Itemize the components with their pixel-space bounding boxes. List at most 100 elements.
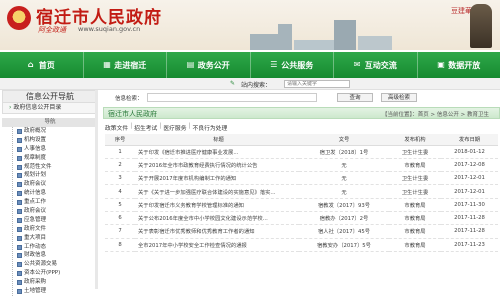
nav-label: 政务公开 [198, 60, 230, 71]
table-row[interactable]: 1关于印发《宿迁市推进医疗健康事业发展...宿卫发〔2018〕1号卫生计生委20… [105, 145, 498, 158]
sidebar-tree-item[interactable]: 规章制度 [17, 154, 98, 163]
info-search-input[interactable] [147, 93, 317, 102]
sidebar-tree-item[interactable]: 工作动态 [17, 243, 98, 252]
cell-date: 2018-01-12 [441, 145, 498, 158]
nav-interaction[interactable]: ✉互动交流 [334, 52, 418, 78]
table-row[interactable]: 5关于印发宿迁市义务教育学校管理标准的通知宿教发〔2017〕93号市教育局201… [105, 198, 498, 211]
cell-title[interactable]: 关于表彰宿迁市优秀教师和优秀教育工作者的通知 [135, 225, 299, 238]
sidebar-tree-item[interactable]: 财政信息 [17, 251, 98, 260]
sidebar-tree-item[interactable]: 政府概况 [17, 127, 98, 136]
sidebar-tree-item[interactable]: 机构设置 [17, 136, 98, 145]
table-row[interactable]: 8全市2017年中小学校安全工作检查情况的通报宿教安办〔2017〕5号市教育局2… [105, 238, 498, 251]
advanced-search-button[interactable]: 高级检索 [381, 93, 417, 102]
sidebar-tree-label: 政府概况 [24, 127, 46, 136]
sidebar-title: 信息公开导航 [2, 90, 98, 103]
nav-open-data[interactable]: ▣数据开放 [418, 52, 500, 78]
col-header-org: 发布机构 [389, 134, 441, 145]
folder-icon [17, 289, 22, 294]
site-search-input[interactable] [284, 80, 350, 88]
sidebar-directory-label: 政府信息公开目录 [13, 104, 61, 111]
info-search-label: 信息检索： [115, 94, 143, 102]
documents-table: 序号 标题 文号 发布机构 发布日期 1关于印发《宿迁市推进医疗健康事业发展..… [105, 134, 498, 252]
tab-separator: | [189, 123, 191, 132]
tab-misconduct[interactable]: 不良行为处理 [192, 123, 227, 132]
site-search-label: 站内搜索： [241, 80, 271, 89]
cell-doc-no: 宿教安办〔2017〕5号 [299, 238, 389, 251]
nav-gov-affairs[interactable]: ▤政务公开 [167, 52, 251, 78]
nav-label: 走进宿迁 [114, 60, 146, 71]
folder-icon [17, 156, 22, 161]
cell-doc-no: 宿人社〔2017〕45号 [299, 225, 389, 238]
cell-title[interactable]: 关于2016年全市市政教育经费执行情况的统计公告 [135, 158, 299, 171]
sidebar-tree-item[interactable]: 规划计划 [17, 171, 98, 180]
main-nav: ⌂首页 ▦走进宿迁 ▤政务公开 ☰公共服务 ✉互动交流 ▣数据开放 [0, 52, 500, 78]
table-row[interactable]: 6关于公布2016年度全市中小学校园文化建设示范学校...宿教办〔2017〕2号… [105, 211, 498, 224]
cell-date: 2017-12-01 [441, 185, 498, 198]
sidebar-tree-item[interactable]: 规范性文件 [17, 163, 98, 172]
breadcrumb: 【当前位置】：首页 > 信息公开 > 教育卫生 [382, 110, 489, 118]
data-icon: ▣ [437, 61, 445, 69]
sidebar-tree-item[interactable]: 重大项目 [17, 234, 98, 243]
sidebar-tree-item[interactable]: 统计信息 [17, 189, 98, 198]
cell-title[interactable]: 关于《关于进一步加强医疗联合体建设的实施意见》落实... [135, 185, 299, 198]
col-header-no: 序号 [105, 134, 135, 145]
site-search-row: ✎ 站内搜索： [0, 78, 500, 90]
chevron-right-icon: › [9, 104, 11, 111]
sidebar-tree-item[interactable]: 政府会议 [17, 180, 98, 189]
table-row[interactable]: 4关于《关于进一步加强医疗联合体建设的实施意见》落实...无卫生计生委2017-… [105, 185, 498, 198]
cell-title[interactable]: 关于印发宿迁市义务教育学校管理标准的通知 [135, 198, 299, 211]
sidebar-tree-label: 人事信息 [24, 145, 46, 154]
sidebar-tree: 政府概况机构设置人事信息规章制度规范性文件规划计划政府会议统计信息重点工作政府会… [12, 127, 98, 296]
search-icon: ✎ [230, 80, 235, 87]
cell-org: 市教育局 [389, 238, 441, 251]
tab-medical[interactable]: 医疗服务 [163, 123, 186, 132]
site-slogan: 阿全政通 [38, 25, 66, 35]
nav-about-suqian[interactable]: ▦走进宿迁 [84, 52, 168, 78]
sidebar-tree-item[interactable]: 资本公开(PPP) [17, 269, 98, 278]
cell-date: 2017-11-28 [441, 225, 498, 238]
sidebar-tree-item[interactable]: 应急管理 [17, 216, 98, 225]
cell-title[interactable]: 关于开展2017年度市机构编制工作的通知 [135, 172, 299, 185]
folder-icon [17, 191, 22, 196]
table-row[interactable]: 7关于表彰宿迁市优秀教师和优秀教育工作者的通知宿人社〔2017〕45号市教育局2… [105, 225, 498, 238]
folder-icon [17, 253, 22, 258]
folder-icon [17, 262, 22, 267]
cell-doc-no: 宿教发〔2017〕93号 [299, 198, 389, 211]
cell-date: 2017-11-23 [441, 238, 498, 251]
sidebar-tree-item[interactable]: 政府会议 [17, 207, 98, 216]
cell-doc-no: 宿教办〔2017〕2号 [299, 211, 389, 224]
main-content: 信息检索： 查询 高级检索 宿迁市人民政府 【当前位置】：首页 > 信息公开 >… [101, 90, 500, 289]
tab-exams[interactable]: 招生考试 [134, 123, 157, 132]
cell-title[interactable]: 全市2017年中小学校安全工作检查情况的通报 [135, 238, 299, 251]
nav-label: 首页 [39, 60, 55, 71]
sidebar-scrollbar[interactable] [95, 90, 98, 289]
tab-policy[interactable]: 政策文件 [105, 123, 128, 132]
sidebar-tree-item[interactable]: 重点工作 [17, 198, 98, 207]
nav-label: 公共服务 [281, 60, 313, 71]
table-row[interactable]: 2关于2016年全市市政教育经费执行情况的统计公告无市教育局2017-12-08 [105, 158, 498, 171]
sidebar-tree-label: 财政信息 [24, 251, 46, 260]
cell-title[interactable]: 关于公布2016年度全市中小学校园文化建设示范学校... [135, 211, 299, 224]
section-title: 宿迁市人民政府 [108, 109, 157, 119]
sidebar-tree-label: 重点工作 [24, 198, 46, 207]
cell-no: 3 [105, 172, 135, 185]
sidebar-directory[interactable]: ›政府信息公开目录 [2, 103, 98, 114]
sidebar-tree-item[interactable]: 公共资源交易 [17, 260, 98, 269]
sidebar-tree-item[interactable]: 人事信息 [17, 145, 98, 154]
cell-date: 2017-12-01 [441, 172, 498, 185]
nav-home[interactable]: ⌂首页 [0, 52, 84, 78]
cell-title[interactable]: 关于印发《宿迁市推进医疗健康事业发展... [135, 145, 299, 158]
col-header-date: 发布日期 [441, 134, 498, 145]
nav-public-services[interactable]: ☰公共服务 [251, 52, 335, 78]
col-header-doc-no: 文号 [299, 134, 389, 145]
sidebar-tree-label: 规划计划 [24, 171, 46, 180]
table-row[interactable]: 3关于开展2017年度市机构编制工作的通知无卫生计生委2017-12-01 [105, 172, 498, 185]
folder-icon [17, 173, 22, 178]
query-button[interactable]: 查询 [337, 93, 373, 102]
sidebar-tree-item[interactable]: 土地管理 [17, 287, 98, 296]
cell-date: 2017-11-30 [441, 198, 498, 211]
cell-org: 市教育局 [389, 158, 441, 171]
sidebar-tree-item[interactable]: 政府采购 [17, 278, 98, 287]
sidebar-tree-item[interactable]: 政府文件 [17, 225, 98, 234]
building-icon: ▦ [103, 61, 111, 69]
